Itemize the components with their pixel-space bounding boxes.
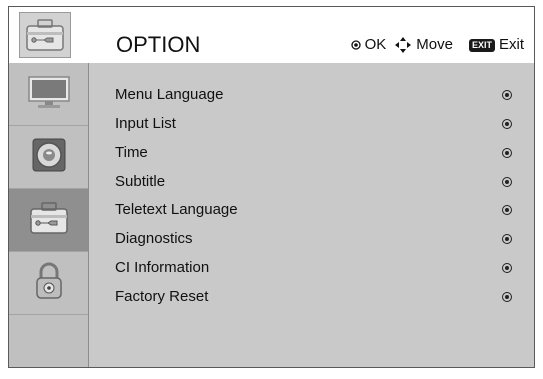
menu-item-label: Subtitle xyxy=(115,172,166,190)
sidebar-item-lock[interactable] xyxy=(9,252,88,315)
menu-item-label: CI Information xyxy=(115,258,210,276)
ok-select-icon xyxy=(502,204,512,215)
ok-select-icon xyxy=(502,118,512,129)
sidebar-item-picture[interactable] xyxy=(9,63,88,126)
sidebar-empty-slot xyxy=(9,315,88,379)
menu-item-label: Input List xyxy=(115,114,176,132)
menu-item-time[interactable]: Time xyxy=(89,138,534,167)
speaker-icon xyxy=(31,137,67,178)
ok-circle-icon xyxy=(350,40,361,50)
menu-item-diagnostics[interactable]: Diagnostics xyxy=(89,224,534,253)
tv-monitor-icon xyxy=(26,74,72,115)
move-arrows-icon xyxy=(394,36,412,54)
ok-select-icon xyxy=(502,147,512,158)
ok-hint-label: OK xyxy=(364,36,387,53)
menu-item-ci-information[interactable]: CI Information xyxy=(89,253,534,282)
menu-item-teletext-language[interactable]: Teletext Language xyxy=(89,195,534,224)
ok-select-icon xyxy=(502,262,512,273)
toolbox-icon xyxy=(19,12,71,58)
exit-button-icon: EXIT xyxy=(468,38,495,52)
ok-select-icon xyxy=(502,233,512,244)
menu-item-subtitle[interactable]: Subtitle xyxy=(89,167,534,196)
sidebar-item-audio[interactable] xyxy=(9,126,88,189)
exit-hint-label: Exit xyxy=(498,36,524,53)
ok-select-icon xyxy=(502,291,512,302)
ok-select-icon xyxy=(502,89,512,100)
sidebar-item-option[interactable] xyxy=(9,189,88,252)
padlock-icon xyxy=(33,262,65,305)
move-hint-label: Move xyxy=(416,36,453,53)
menu-header: OPTION OK Move EXIT Exit xyxy=(9,7,534,63)
menu-item-menu-language[interactable]: Menu Language xyxy=(89,80,534,109)
page-title: OPTION xyxy=(116,32,201,57)
toolbox-icon xyxy=(29,201,69,240)
option-list: Menu Language Input List Time Subtitle T… xyxy=(89,63,534,367)
menu-item-label: Teletext Language xyxy=(115,200,238,218)
key-hints: OK Move EXIT Exit xyxy=(350,36,524,54)
menu-item-factory-reset[interactable]: Factory Reset xyxy=(89,282,534,311)
option-menu-window: OPTION OK Move EXIT Exit Menu Language I… xyxy=(8,6,535,368)
menu-item-label: Diagnostics xyxy=(115,229,193,247)
category-sidebar xyxy=(9,63,89,367)
menu-item-input-list[interactable]: Input List xyxy=(89,109,534,138)
menu-item-label: Time xyxy=(115,143,148,161)
ok-select-icon xyxy=(502,176,512,187)
menu-item-label: Factory Reset xyxy=(115,287,209,305)
menu-item-label: Menu Language xyxy=(115,85,224,103)
